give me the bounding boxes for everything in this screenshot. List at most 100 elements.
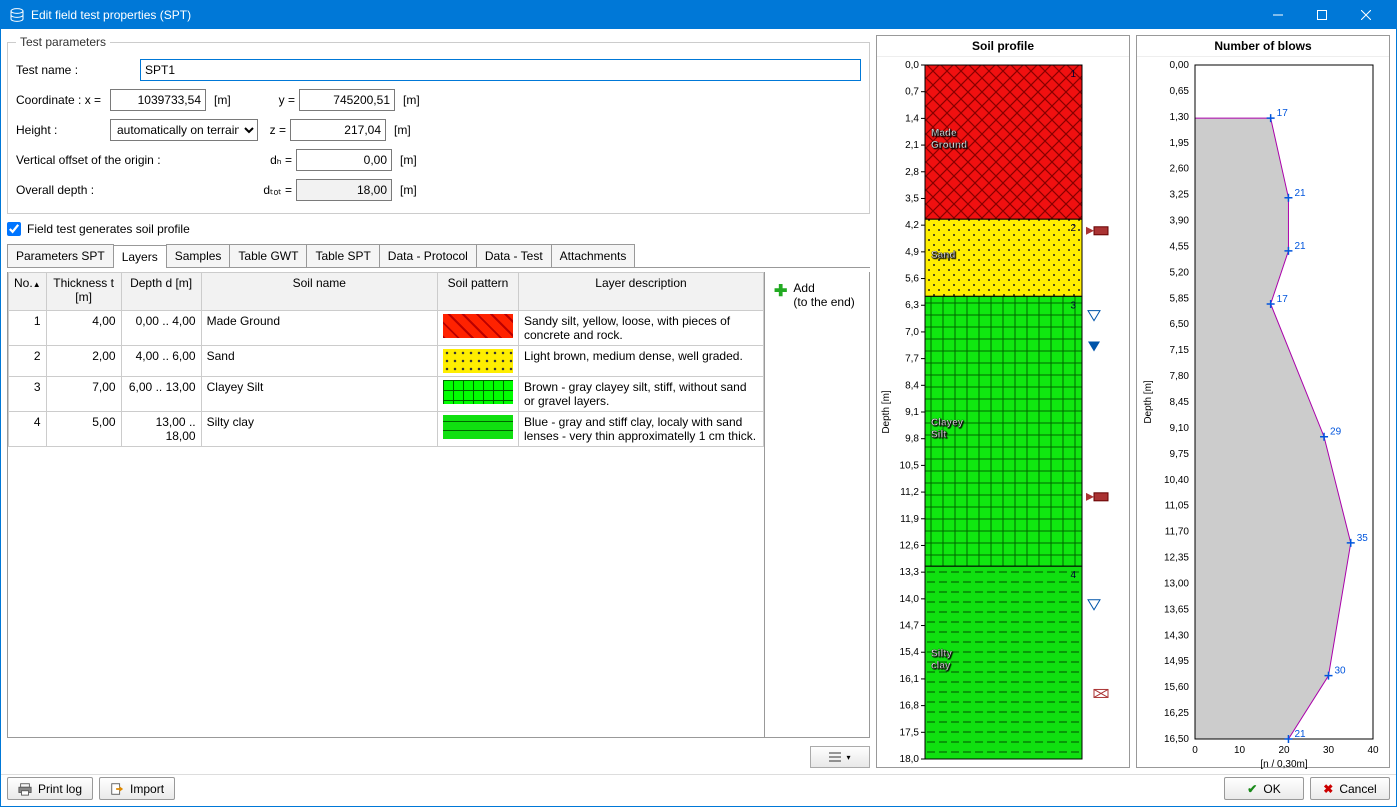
svg-text:15,60: 15,60 (1164, 682, 1189, 693)
blows-pane: Number of blows 17212117293530210,000,65… (1136, 35, 1390, 768)
generate-soil-label: Field test generates soil profile (27, 222, 190, 236)
svg-text:Sand: Sand (931, 250, 955, 261)
svg-text:6,50: 6,50 (1170, 319, 1190, 330)
z-unit: [m] (390, 123, 415, 137)
minimize-button[interactable] (1256, 1, 1300, 29)
dtot-unit: [m] (396, 183, 421, 197)
coord-x-label: Coordinate : x = (16, 93, 106, 107)
dh-label: dₕ = (258, 153, 292, 167)
svg-text:4: 4 (1070, 570, 1076, 581)
svg-text:10: 10 (1234, 745, 1246, 756)
tab-table-spt[interactable]: Table SPT (306, 244, 379, 267)
svg-text:4,2: 4,2 (905, 220, 919, 231)
soil-profile-chart: 1MadeGround2Sand3ClayeySilt4Siltyclay0,0… (877, 57, 1129, 779)
soil-profile-title: Soil profile (877, 36, 1129, 57)
maximize-button[interactable] (1300, 1, 1344, 29)
svg-text:0,65: 0,65 (1170, 86, 1190, 97)
svg-text:4,9: 4,9 (905, 247, 919, 258)
plus-icon: ✚ (774, 281, 787, 301)
tab-attachments[interactable]: Attachments (551, 244, 636, 267)
svg-text:0,00: 0,00 (1170, 60, 1190, 71)
svg-text:21: 21 (1294, 188, 1306, 199)
generate-soil-checkbox[interactable]: Field test generates soil profile (7, 222, 870, 236)
svg-text:12,6: 12,6 (900, 540, 920, 551)
col-pattern: Soil pattern (438, 273, 519, 311)
testname-input[interactable] (140, 59, 861, 81)
titlebar: Edit field test properties (SPT) (1, 1, 1396, 29)
window-title: Edit field test properties (SPT) (31, 8, 191, 22)
svg-text:17,5: 17,5 (900, 727, 920, 738)
tab-table-gwt[interactable]: Table GWT (229, 244, 307, 267)
tab-data-test[interactable]: Data - Test (476, 244, 552, 267)
layers-table[interactable]: No.▲ Thickness t [m] Depth d [m] Soil na… (8, 272, 764, 447)
coord-z-input[interactable] (290, 119, 386, 141)
dh-input[interactable] (296, 149, 392, 171)
x-icon: ✖ (1323, 782, 1333, 796)
coord-y-label: y = (271, 93, 295, 107)
col-soilname: Soil name (201, 273, 437, 311)
overall-depth-label: Overall depth : (16, 183, 248, 197)
svg-text:Ground: Ground (931, 140, 967, 151)
svg-text:2,8: 2,8 (905, 167, 919, 178)
svg-text:7,80: 7,80 (1170, 371, 1190, 382)
svg-text:16,25: 16,25 (1164, 708, 1189, 719)
testname-label: Test name : (16, 63, 136, 77)
col-thickness: Thickness t [m] (46, 273, 121, 311)
svg-text:[n / 0,30m]: [n / 0,30m] (1260, 759, 1307, 770)
svg-text:30: 30 (1323, 745, 1335, 756)
test-parameters-group: Test parameters Test name : Coordinate :… (7, 35, 870, 214)
svg-text:1,4: 1,4 (905, 113, 919, 124)
tab-parameters-spt[interactable]: Parameters SPT (7, 244, 114, 267)
svg-text:16,1: 16,1 (900, 674, 920, 685)
svg-text:11,2: 11,2 (900, 487, 919, 498)
tabs: Parameters SPTLayersSamplesTable GWTTabl… (7, 244, 870, 268)
test-parameters-legend: Test parameters (16, 35, 110, 49)
svg-text:7,7: 7,7 (905, 354, 919, 365)
svg-text:14,7: 14,7 (900, 621, 920, 632)
svg-text:13,00: 13,00 (1164, 578, 1189, 589)
col-no: No.▲ (9, 273, 47, 311)
list-options-button[interactable]: ▾ (810, 746, 870, 768)
svg-text:2: 2 (1070, 223, 1076, 234)
tab-samples[interactable]: Samples (166, 244, 231, 267)
height-mode-select[interactable]: automatically on terrain (110, 119, 258, 141)
dh-unit: [m] (396, 153, 421, 167)
tab-data-protocol[interactable]: Data - Protocol (379, 244, 477, 267)
table-row[interactable]: 22,004,00 .. 6,00SandLight brown, medium… (9, 346, 764, 377)
coord-y-input[interactable] (299, 89, 395, 111)
svg-text:1,95: 1,95 (1170, 138, 1190, 149)
svg-text:17: 17 (1277, 294, 1289, 305)
svg-text:7,15: 7,15 (1170, 345, 1190, 356)
svg-text:0,0: 0,0 (905, 60, 919, 71)
svg-text:9,75: 9,75 (1170, 449, 1190, 460)
dtot-label: dₜₒₜ = (252, 183, 292, 197)
table-row[interactable]: 45,0013,00 .. 18,00Silty clayBlue - gray… (9, 412, 764, 447)
svg-text:16,8: 16,8 (900, 701, 920, 712)
app-icon (9, 7, 25, 23)
svg-text:18,0: 18,0 (900, 754, 920, 765)
svg-text:9,8: 9,8 (905, 434, 919, 445)
printer-icon (18, 782, 32, 796)
import-button[interactable]: Import (99, 777, 175, 800)
table-row[interactable]: 14,000,00 .. 4,00Made GroundSandy silt, … (9, 311, 764, 346)
svg-text:5,85: 5,85 (1170, 293, 1190, 304)
list-icon (829, 752, 843, 762)
svg-text:0: 0 (1192, 745, 1198, 756)
close-button[interactable] (1344, 1, 1388, 29)
svg-text:0,7: 0,7 (905, 87, 919, 98)
coord-x-input[interactable] (110, 89, 206, 111)
table-row[interactable]: 37,006,00 .. 13,00Clayey SiltBrown - gra… (9, 377, 764, 412)
svg-text:30: 30 (1335, 666, 1347, 677)
add-layer-button[interactable]: ✚ Add(to the end) (769, 276, 865, 314)
generate-soil-input[interactable] (7, 222, 21, 236)
svg-text:14,95: 14,95 (1164, 656, 1189, 667)
svg-text:6,3: 6,3 (905, 300, 919, 311)
svg-text:3,5: 3,5 (905, 193, 919, 204)
col-desc: Layer description (519, 273, 764, 311)
tab-layers[interactable]: Layers (113, 245, 167, 268)
dtot-input (296, 179, 392, 201)
svg-text:Made: Made (931, 128, 957, 139)
coord-z-label: z = (262, 123, 286, 137)
blows-title: Number of blows (1137, 36, 1389, 57)
print-log-button[interactable]: Print log (7, 777, 93, 800)
